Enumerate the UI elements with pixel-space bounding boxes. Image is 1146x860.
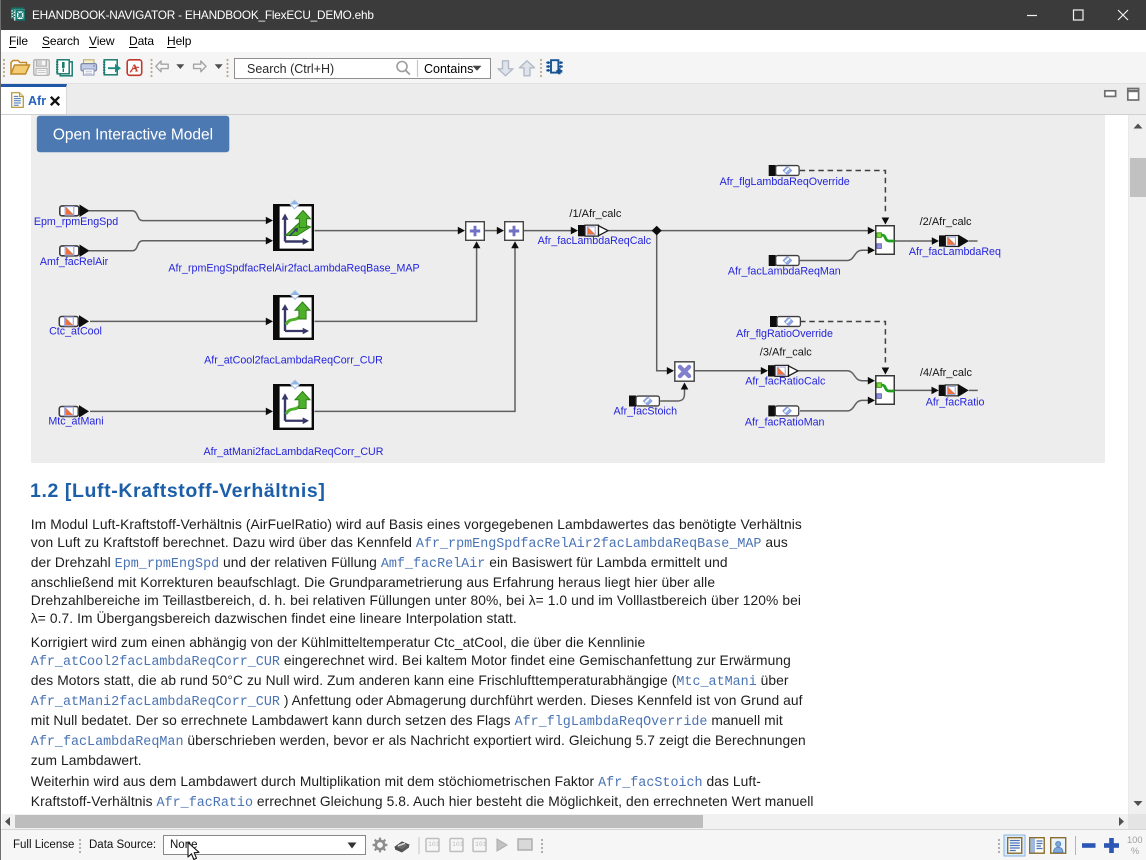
svg-text:Ctc_atCool: Ctc_atCool <box>49 326 102 338</box>
svg-text:Afr_facLambdaReqCalc: Afr_facLambdaReqCalc <box>538 235 652 247</box>
svg-text:/3/Afr_calc: /3/Afr_calc <box>760 347 812 359</box>
svg-text:Amf_facRelAir: Amf_facRelAir <box>40 256 109 268</box>
svg-text:101: 101 <box>475 841 487 848</box>
svg-text:Afr_facRatioMan: Afr_facRatioMan <box>745 416 825 428</box>
svg-text:/4/Afr_calc: /4/Afr_calc <box>920 367 972 379</box>
svg-text:Epm_rpmEngSpd: Epm_rpmEngSpd <box>34 216 118 228</box>
svg-text:%: % <box>1131 846 1139 856</box>
svg-text:/1/Afr_calc: /1/Afr_calc <box>569 208 621 220</box>
svg-text:Mtc_atMani: Mtc_atMani <box>48 415 103 427</box>
svg-text:Afr_facStoich: Afr_facStoich <box>614 405 678 417</box>
svg-text:Open Interactive Model: Open Interactive Model <box>53 127 213 144</box>
svg-text:Afr_atMani2facLambdaReqCorr_CU: Afr_atMani2facLambdaReqCorr_CUR <box>204 446 384 458</box>
svg-text:101: 101 <box>428 841 440 848</box>
svg-text:/2/Afr_calc: /2/Afr_calc <box>920 216 972 228</box>
svg-text:Afr_facRatio: Afr_facRatio <box>926 397 985 409</box>
svg-text:Afr_facLambdaReq: Afr_facLambdaReq <box>909 246 1001 258</box>
svg-text:Afr_flgRatioOverride: Afr_flgRatioOverride <box>736 328 833 340</box>
svg-text:Afr_flgLambdaReqOverride: Afr_flgLambdaReqOverride <box>720 176 850 188</box>
svg-text:101: 101 <box>452 841 464 848</box>
svg-text:100: 100 <box>1127 835 1143 845</box>
svg-text:Afr_atCool2facLambdaReqCorr_CU: Afr_atCool2facLambdaReqCorr_CUR <box>204 354 383 366</box>
svg-text:Afr_facRatioCalc: Afr_facRatioCalc <box>745 376 826 388</box>
svg-text:Afr_facLambdaReqMan: Afr_facLambdaReqMan <box>728 266 841 278</box>
svg-text:Afr_rpmEngSpdfacRelAir2facLamb: Afr_rpmEngSpdfacRelAir2facLambdaReqBase_… <box>168 263 419 275</box>
